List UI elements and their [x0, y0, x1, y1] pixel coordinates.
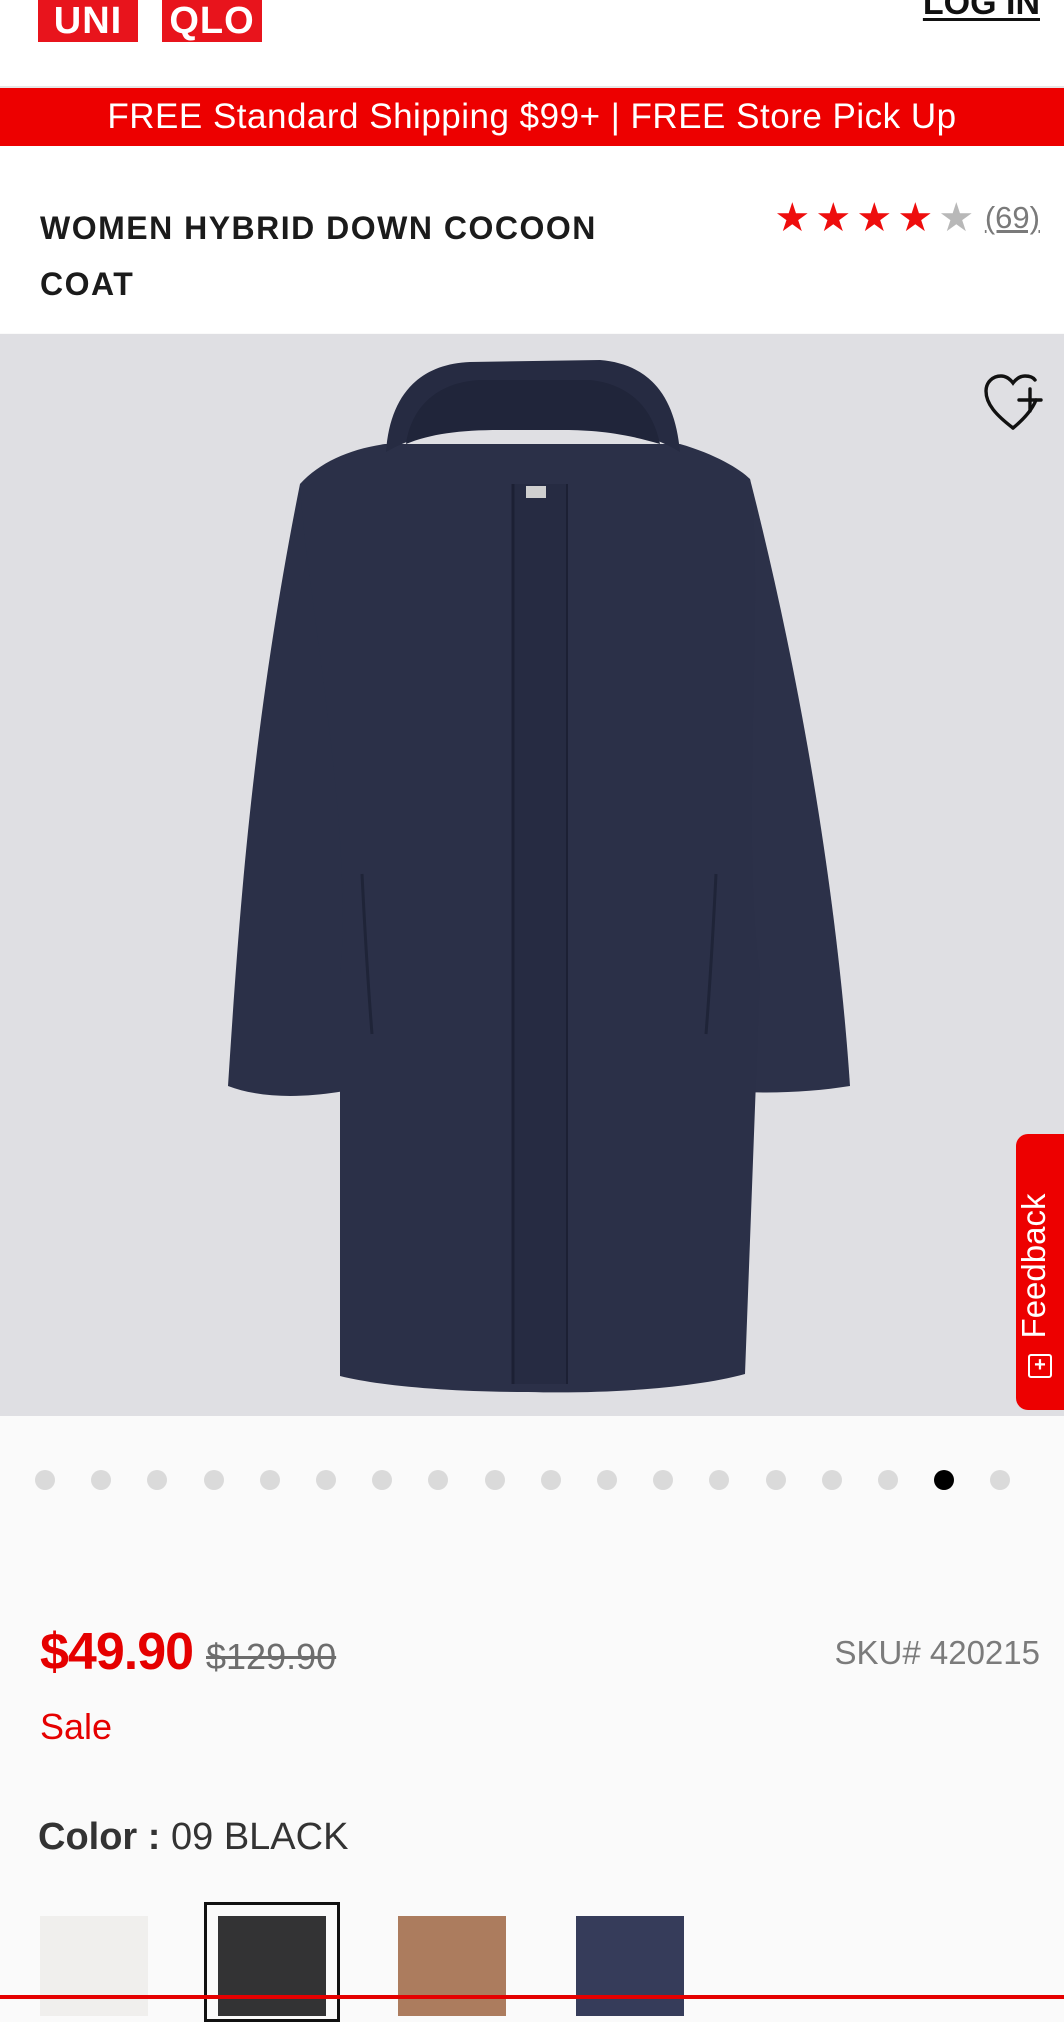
- site-header: UNI QLO LOG IN: [0, 0, 1064, 88]
- color-swatch-off-white[interactable]: [40, 1916, 148, 2016]
- carousel-dot[interactable]: [316, 1470, 336, 1490]
- promo-banner[interactable]: FREE Standard Shipping $99+ | FREE Store…: [0, 88, 1064, 146]
- product-image-area[interactable]: Feedback +: [0, 334, 1064, 1416]
- login-link[interactable]: LOG IN: [923, 0, 1040, 23]
- feedback-label: Feedback: [1015, 1193, 1052, 1339]
- coat-photo: [228, 360, 850, 1393]
- rating[interactable]: ★ ★ ★ ★ ★ (69): [772, 198, 1040, 238]
- feedback-tab[interactable]: Feedback +: [1015, 1134, 1064, 1410]
- carousel-dot[interactable]: [597, 1470, 617, 1490]
- carousel-dot[interactable]: [653, 1470, 674, 1490]
- carousel-dot[interactable]: [821, 1470, 842, 1490]
- carousel-dot[interactable]: [484, 1470, 505, 1490]
- carousel-dots: [0, 1468, 1064, 1492]
- bottom-accent-line: [0, 1995, 1064, 1999]
- color-label: Color :: [38, 1816, 161, 1858]
- star-icon: ★: [897, 196, 934, 240]
- carousel-dot[interactable]: [35, 1470, 55, 1490]
- color-swatch-black[interactable]: [218, 1916, 326, 2016]
- star-icon: ★: [856, 196, 893, 240]
- logo-uni-text: UNI: [53, 0, 123, 42]
- sale-badge: Sale: [40, 1706, 113, 1747]
- star-icon: ★: [774, 196, 811, 240]
- sku-number: SKU# 420215: [834, 1634, 1041, 1671]
- carousel-dot[interactable]: [709, 1470, 730, 1490]
- carousel-dot[interactable]: [372, 1470, 393, 1490]
- carousel-dot[interactable]: [203, 1470, 224, 1490]
- color-selection-label: Color : 09 BLACK: [38, 1816, 348, 1859]
- carousel-dot[interactable]: [878, 1470, 898, 1490]
- carousel-dot[interactable]: [259, 1470, 280, 1490]
- logo-qlo[interactable]: QLO: [162, 0, 262, 42]
- logo-uni[interactable]: UNI: [38, 0, 138, 42]
- heart-plus-icon[interactable]: [980, 370, 1046, 436]
- color-value: 09 BLACK: [171, 1816, 349, 1858]
- color-swatch-brown[interactable]: [398, 1916, 506, 2016]
- color-swatch-navy[interactable]: [576, 1916, 684, 2016]
- carousel-dot[interactable]: [147, 1470, 168, 1490]
- plus-box-icon: +: [1028, 1354, 1052, 1378]
- carousel-dot[interactable]: [765, 1470, 786, 1490]
- carousel-dot[interactable]: [990, 1470, 1011, 1490]
- product-title: WOMEN HYBRID DOWN COCOON COAT: [40, 210, 597, 302]
- original-price: $129.90: [206, 1636, 337, 1677]
- carousel-dot[interactable]: [91, 1470, 112, 1490]
- star-icon: ★: [815, 196, 852, 240]
- carousel-dot[interactable]: [540, 1470, 561, 1490]
- logo-qlo-text: QLO: [169, 0, 255, 42]
- star-icon-empty: ★: [938, 196, 975, 240]
- sale-price: $49.90: [40, 1623, 194, 1681]
- product-title-bar: WOMEN HYBRID DOWN COCOON COAT ★ ★ ★ ★ ★ …: [0, 146, 1064, 333]
- carousel-dot[interactable]: [428, 1470, 449, 1490]
- carousel-dot-active[interactable]: [934, 1470, 955, 1490]
- review-count-link[interactable]: (69): [985, 200, 1040, 236]
